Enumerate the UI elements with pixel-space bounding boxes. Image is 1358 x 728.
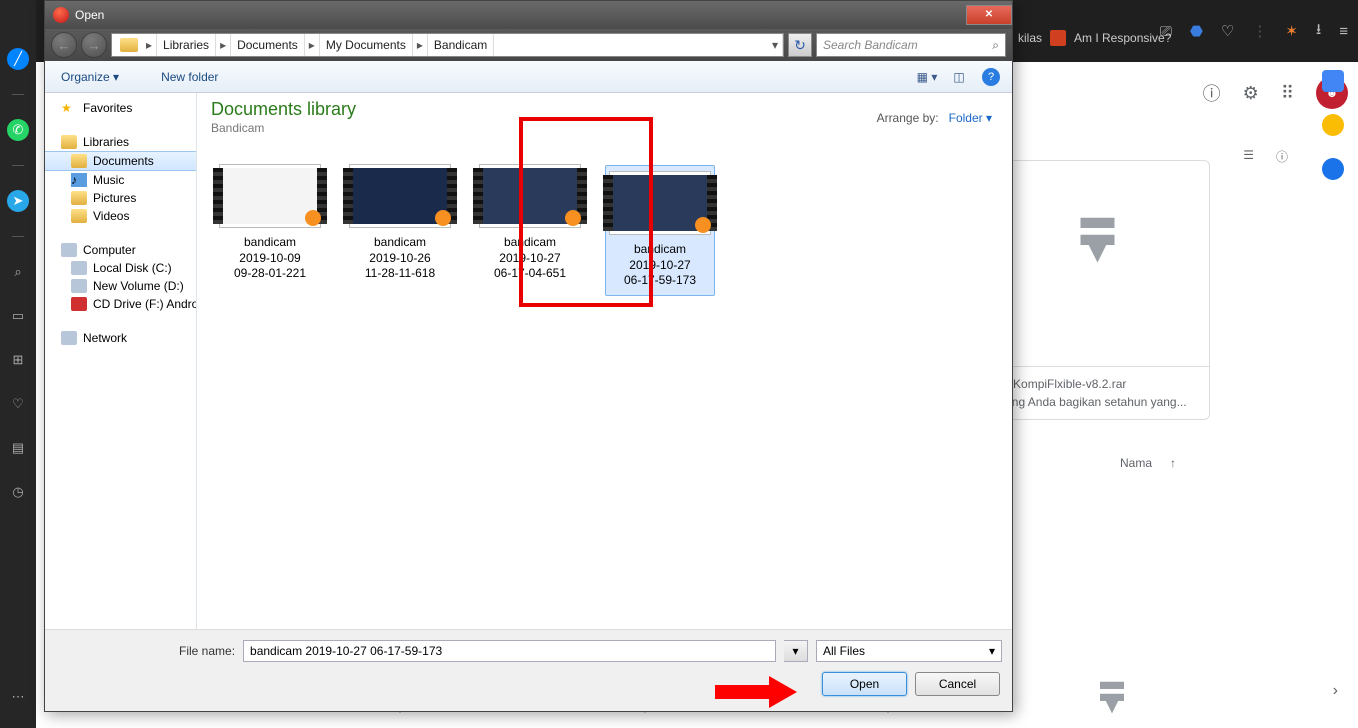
sort-arrow-icon: ↑ bbox=[1170, 456, 1176, 470]
file-item-selected[interactable]: bandicam2019-10-2706-17-59-173 bbox=[605, 165, 715, 296]
heart-icon[interactable]: ♡ bbox=[1221, 22, 1234, 40]
drive-file-sub: Yang Anda bagikan setahun yang... bbox=[998, 395, 1197, 409]
tree-documents[interactable]: Documents bbox=[45, 151, 196, 171]
browser-tab-row: kilas Am I Responsive? bbox=[1018, 30, 1171, 46]
dialog-nav: ← → ▸ Libraries ▸ Documents ▸ My Documen… bbox=[45, 29, 1012, 61]
tree-libraries[interactable]: Libraries bbox=[45, 133, 196, 151]
file-filter[interactable]: All Files▾ bbox=[816, 640, 1002, 662]
apps-icon[interactable]: ⊞ bbox=[7, 349, 29, 371]
download-icon-large: ▬▬▼ bbox=[986, 161, 1209, 260]
search-placeholder: Search Bandicam bbox=[823, 38, 918, 52]
folder-icon bbox=[120, 38, 138, 52]
drive-file-name: KompiFlxible-v8.2.rar bbox=[1013, 377, 1126, 391]
tree-music[interactable]: ♪Music bbox=[45, 171, 196, 189]
more-icon[interactable]: ⋯ bbox=[7, 686, 29, 708]
organize-button[interactable]: Organize ▾ bbox=[53, 66, 127, 88]
help-button[interactable]: ? bbox=[978, 66, 1004, 88]
list-icon[interactable]: ☰ bbox=[1243, 148, 1254, 165]
dialog-bottom: File name: bandicam 2019-10-27 06-17-59-… bbox=[45, 629, 1012, 711]
preview-button[interactable]: ◫ bbox=[946, 66, 972, 88]
tab-icon[interactable]: ▭ bbox=[7, 305, 29, 327]
messenger-icon[interactable]: ╱ bbox=[7, 48, 29, 70]
download-icon[interactable]: ⭳ bbox=[1316, 19, 1321, 44]
tab-favicon bbox=[1050, 30, 1066, 46]
tree-videos[interactable]: Videos bbox=[45, 207, 196, 225]
file-item[interactable]: bandicam2019-10-0909-28-01-221 bbox=[215, 165, 325, 296]
spark-icon[interactable]: ✶ bbox=[1285, 22, 1298, 40]
history-icon[interactable]: ◷ bbox=[7, 481, 29, 503]
tree-newvol[interactable]: New Volume (D:) bbox=[45, 277, 196, 295]
tab-ami[interactable]: Am I Responsive? bbox=[1074, 31, 1171, 45]
file-list-area: Documents library Bandicam Arrange by: F… bbox=[197, 93, 1012, 629]
search-icon[interactable]: ⌕ bbox=[7, 261, 29, 283]
crumb-mydocs[interactable]: My Documents bbox=[320, 34, 413, 56]
arrange-by[interactable]: Arrange by: Folder ▾ bbox=[877, 111, 992, 125]
telegram-icon[interactable]: ➤ bbox=[7, 190, 29, 212]
open-button[interactable]: Open bbox=[822, 672, 907, 696]
file-name-input[interactable]: bandicam 2019-10-27 06-17-59-173 bbox=[243, 640, 776, 662]
list-view-toggle: ☰ ⓘ bbox=[1243, 148, 1288, 165]
download-icon: ▬▬▼ bbox=[1092, 676, 1132, 712]
help-icon[interactable]: ⓘ bbox=[1203, 80, 1221, 106]
tree-localdisk[interactable]: Local Disk (C:) bbox=[45, 259, 196, 277]
dialog-toolbar: Organize ▾ New folder ▦ ▾ ◫ ? bbox=[45, 61, 1012, 93]
search-icon: ⌕ bbox=[992, 38, 999, 53]
new-folder-button[interactable]: New folder bbox=[153, 66, 226, 88]
dialog-title: Open bbox=[75, 8, 104, 22]
view-button[interactable]: ▦ ▾ bbox=[914, 66, 940, 88]
file-name-dropdown[interactable]: ▾ bbox=[784, 640, 808, 662]
annotation-arrow bbox=[715, 676, 805, 706]
search-input[interactable]: Search Bandicam ⌕ bbox=[816, 33, 1006, 57]
file-item[interactable]: bandicam2019-10-2706-17-04-651 bbox=[475, 165, 585, 296]
breadcrumb[interactable]: ▸ Libraries ▸ Documents ▸ My Documents ▸… bbox=[111, 33, 784, 57]
refresh-button[interactable]: ↻ bbox=[788, 33, 812, 57]
keep-icon[interactable] bbox=[1322, 114, 1344, 136]
apps-grid-icon[interactable]: ⠿ bbox=[1281, 83, 1294, 104]
open-file-dialog: Open ✕ ← → ▸ Libraries ▸ Documents ▸ My … bbox=[44, 0, 1013, 712]
forward-button[interactable]: → bbox=[81, 32, 107, 58]
menu-icon[interactable]: ≡ bbox=[1339, 23, 1348, 40]
chevron-right-icon[interactable]: › bbox=[1333, 682, 1338, 700]
news-icon[interactable]: ▤ bbox=[7, 437, 29, 459]
opera-icon bbox=[53, 7, 69, 23]
crumb-documents[interactable]: Documents bbox=[231, 34, 305, 56]
divider-icon: ⋮ bbox=[1252, 22, 1267, 40]
tree-cddrive[interactable]: CD Drive (F:) Andro bbox=[45, 295, 196, 313]
tree-pictures[interactable]: Pictures bbox=[45, 189, 196, 207]
whatsapp-icon[interactable]: ✆ bbox=[7, 119, 29, 141]
crumb-bandicam[interactable]: Bandicam bbox=[428, 34, 494, 56]
crumb-libraries[interactable]: Libraries bbox=[157, 34, 216, 56]
sort-label: Nama bbox=[1120, 456, 1152, 470]
cancel-button[interactable]: Cancel bbox=[915, 672, 1000, 696]
sort-row[interactable]: Nama ↑ bbox=[1120, 456, 1176, 470]
opera-sidebar: ╱ ✆ ➤ ⌕ ▭ ⊞ ♡ ▤ ◷ ⋯ bbox=[0, 0, 36, 728]
drive-file-card[interactable]: ▬▬▼ ≡KompiFlxible-v8.2.rar Yang Anda bag… bbox=[985, 160, 1210, 420]
tree-favorites[interactable]: ★Favorites bbox=[45, 99, 196, 117]
heart-icon[interactable]: ♡ bbox=[7, 393, 29, 415]
right-addons bbox=[1308, 70, 1358, 180]
dialog-titlebar: Open ✕ bbox=[45, 1, 1012, 29]
tab-kilas[interactable]: kilas bbox=[1018, 31, 1042, 45]
file-name-label: File name: bbox=[179, 644, 235, 658]
file-item[interactable]: bandicam2019-10-2611-28-11-618 bbox=[345, 165, 455, 296]
shield-icon[interactable]: ⬣ bbox=[1190, 22, 1203, 40]
close-button[interactable]: ✕ bbox=[966, 5, 1012, 25]
tree-computer[interactable]: Computer bbox=[45, 241, 196, 259]
info-icon[interactable]: ⓘ bbox=[1276, 148, 1288, 165]
calendar-icon[interactable] bbox=[1322, 70, 1344, 92]
tree-network[interactable]: Network bbox=[45, 329, 196, 347]
nav-tree: ★Favorites Libraries Documents ♪Music Pi… bbox=[45, 93, 197, 629]
chevron-down-icon[interactable]: ▾ bbox=[768, 34, 783, 56]
settings-icon[interactable]: ⚙ bbox=[1243, 83, 1259, 104]
back-button[interactable]: ← bbox=[51, 32, 77, 58]
tasks-icon[interactable] bbox=[1322, 158, 1344, 180]
